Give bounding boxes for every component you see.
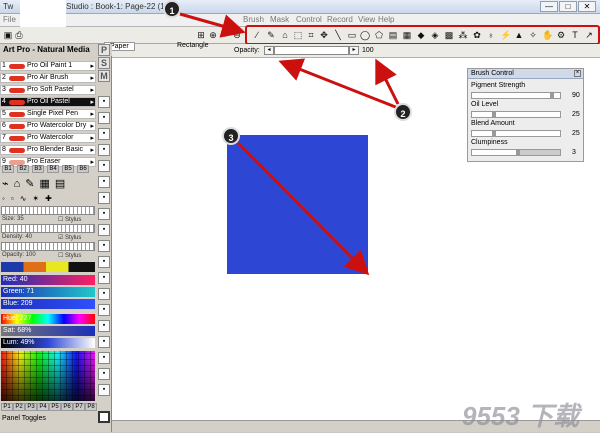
- callout-1: 1: [163, 0, 181, 18]
- arrow-2b: [375, 58, 400, 105]
- application-window: Tw Studio : Book-1: Page-22 (100 — □ ✕ F…: [0, 0, 600, 432]
- arrow-3: [236, 141, 370, 276]
- site-watermark: 9553 下载: [462, 401, 580, 431]
- callout-2: 2: [394, 103, 412, 121]
- annotation-arrows: [179, 12, 400, 276]
- callout-3: 3: [222, 127, 240, 145]
- arrow-1: [179, 12, 246, 38]
